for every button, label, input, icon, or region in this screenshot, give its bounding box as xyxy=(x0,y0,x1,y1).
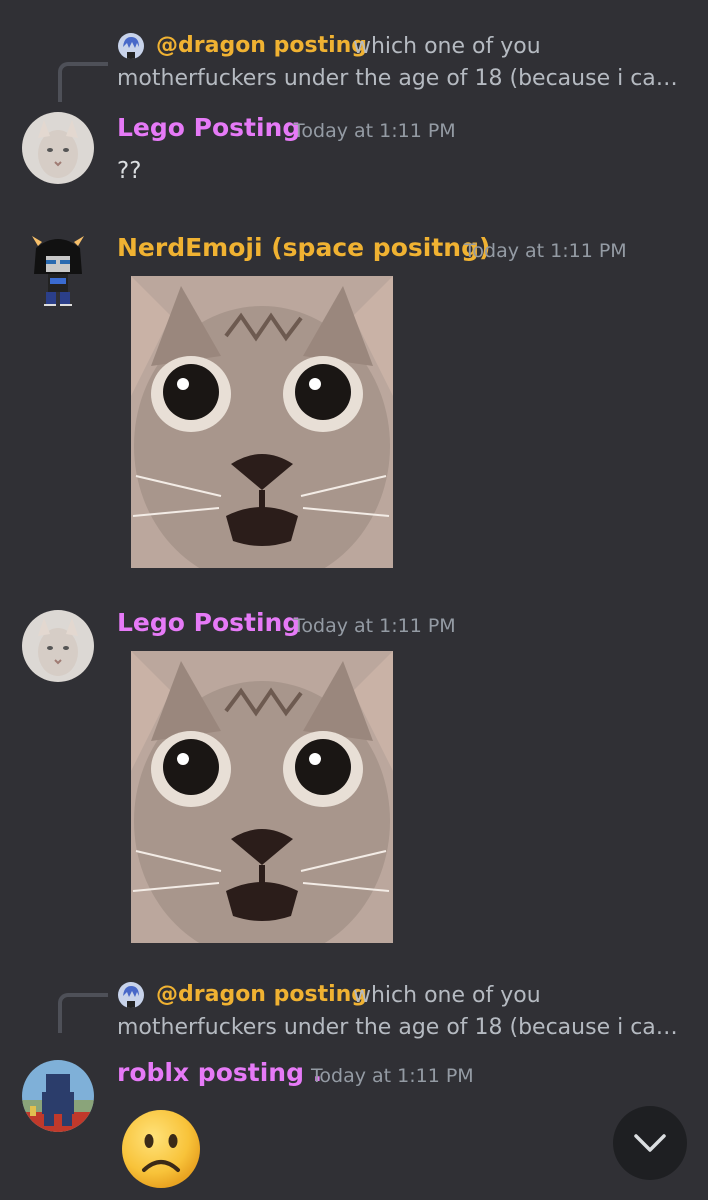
reply-connector xyxy=(58,993,108,1033)
timestamp: Today at 1:11 PM xyxy=(293,120,456,142)
reply-avatar xyxy=(118,982,144,1008)
reply-preview-text[interactable]: which one of you xyxy=(353,983,541,1008)
jump-to-bottom-button[interactable] xyxy=(613,1106,687,1180)
avatar[interactable] xyxy=(22,610,94,682)
avatar[interactable] xyxy=(22,112,94,184)
timestamp: Today at 1:11 PM xyxy=(464,240,627,262)
reply-mention[interactable]: @dragon posting xyxy=(156,982,367,1007)
username[interactable]: roblx posting . xyxy=(117,1058,322,1087)
reply-preview-text-line2[interactable]: motherfuckers under the age of 18 (becau… xyxy=(117,66,687,91)
chevron-down-icon xyxy=(633,1133,667,1153)
cat-image[interactable] xyxy=(131,276,393,568)
timestamp: Today at 1:11 PM xyxy=(293,615,456,637)
avatar[interactable] xyxy=(22,234,94,306)
username[interactable]: Lego Posting xyxy=(117,113,300,142)
reply-mention[interactable]: @dragon posting xyxy=(156,33,367,58)
reply-connector xyxy=(58,62,108,102)
reply-avatar xyxy=(118,33,144,59)
timestamp: Today at 1:11 PM xyxy=(311,1065,474,1087)
cat-image[interactable] xyxy=(131,651,393,943)
avatar[interactable] xyxy=(22,1060,94,1132)
reply-preview-text-line2[interactable]: motherfuckers under the age of 18 (becau… xyxy=(117,1015,687,1040)
username[interactable]: NerdEmoji (space positng) xyxy=(117,233,490,262)
message-content: ?? xyxy=(117,158,142,184)
reply-preview-text[interactable]: which one of you xyxy=(353,34,541,59)
frowning-face-emoji xyxy=(120,1108,202,1190)
username[interactable]: Lego Posting xyxy=(117,608,300,637)
